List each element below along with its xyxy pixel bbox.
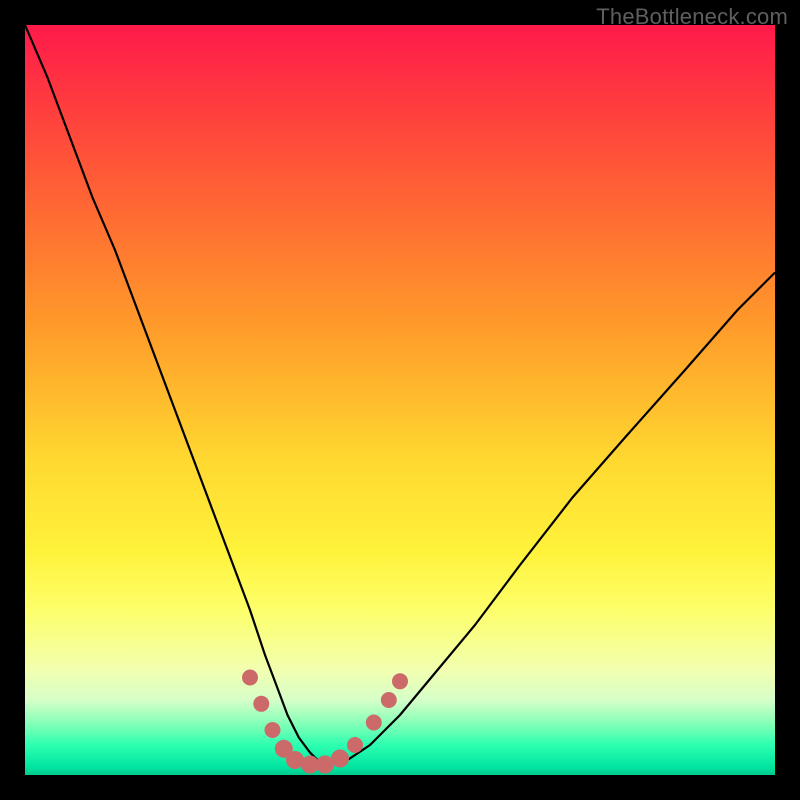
curve-markers bbox=[242, 670, 408, 774]
bottleneck-curve-svg bbox=[25, 25, 775, 775]
curve-marker-dot bbox=[366, 715, 382, 731]
curve-marker-dot bbox=[331, 750, 349, 768]
curve-marker-dot bbox=[265, 722, 281, 738]
chart-plot-area bbox=[25, 25, 775, 775]
curve-marker-dot bbox=[347, 737, 363, 753]
curve-marker-dot bbox=[253, 696, 269, 712]
curve-marker-dot bbox=[242, 670, 258, 686]
chart-frame: TheBottleneck.com bbox=[0, 0, 800, 800]
curve-marker-dot bbox=[392, 673, 408, 689]
bottleneck-curve bbox=[25, 25, 775, 764]
curve-marker-dot bbox=[381, 692, 397, 708]
